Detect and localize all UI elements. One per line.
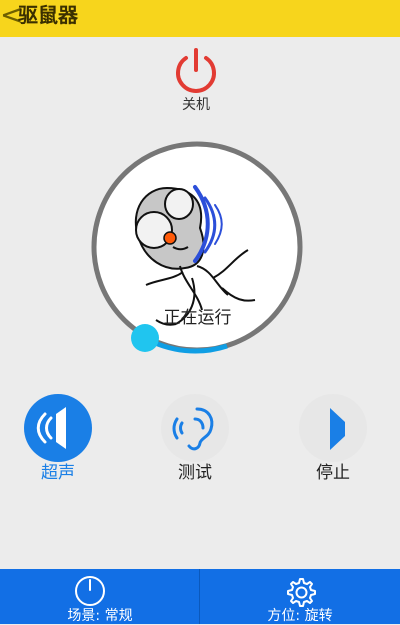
speaker-icon — [36, 407, 66, 449]
gear-icon — [287, 578, 316, 607]
test-mode-label: 测试 — [178, 463, 212, 483]
test-mode-button[interactable] — [161, 394, 229, 462]
direction-tab[interactable]: 方位: 旋转 — [200, 569, 400, 624]
direction-label: 方位: 旋转 — [267, 608, 333, 624]
scene-label: 场景: 常规 — [67, 608, 133, 624]
power-icon[interactable] — [172, 46, 220, 94]
bottom-navigation: 场景: 常规 方位: 旋转 — [0, 569, 400, 624]
app-header: < 驱鼠器 — [0, 0, 400, 37]
running-status: 正在运行 — [163, 308, 232, 328]
back-button[interactable]: < — [0, 1, 23, 31]
stop-icon — [330, 408, 345, 450]
ultrasonic-mode-label: 超声 — [41, 463, 75, 483]
stop-mode-label: 停止 — [316, 463, 350, 483]
stop-mode-button[interactable] — [299, 394, 367, 462]
ultrasonic-mode-button[interactable] — [24, 394, 92, 462]
power-label: 关机 — [182, 97, 210, 113]
timer-icon — [75, 576, 105, 606]
page-title: 驱鼠器 — [18, 3, 78, 27]
ear-icon — [172, 407, 214, 451]
scene-tab[interactable]: 场景: 常规 — [0, 569, 200, 624]
